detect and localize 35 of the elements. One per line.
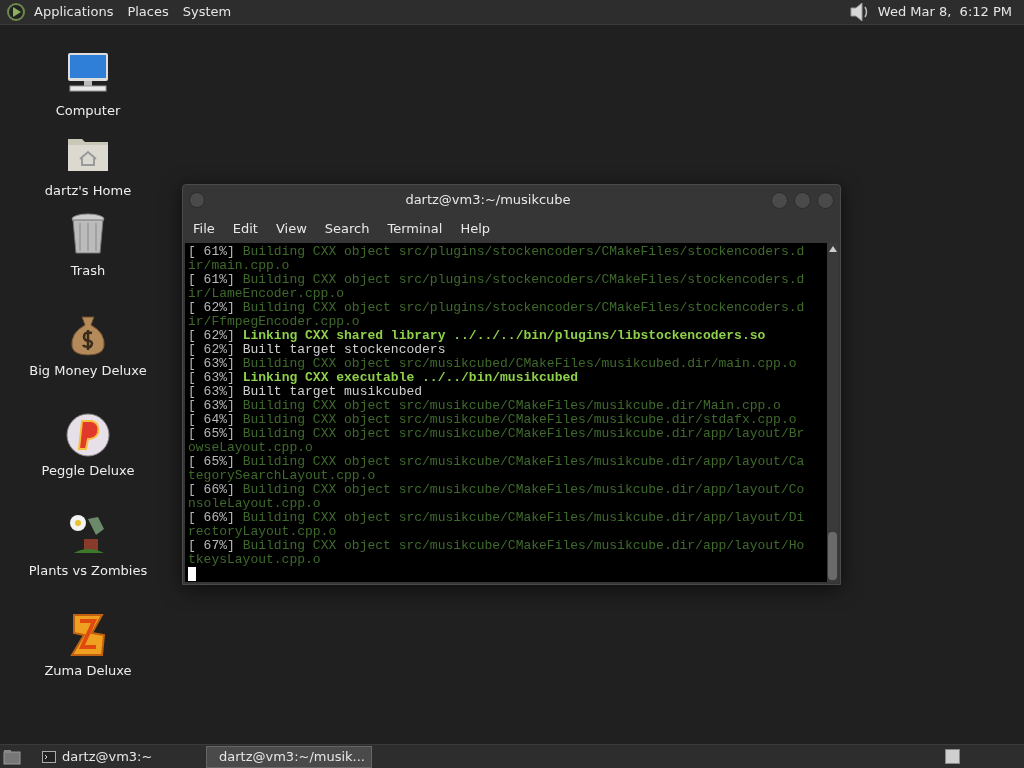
terminal-line: [ 67%] Building CXX object src/musikcube/CMakeFiles/musikcube.dir/app/layout/HotkeysLayout.cpp.o	[188, 539, 806, 567]
panel-menu[interactable]: Applications	[34, 2, 114, 22]
desktop-icon-label[interactable]: Peggle Deluxe	[41, 461, 135, 481]
panel-menu[interactable]: System	[182, 2, 232, 22]
clock[interactable]: Wed Mar 8, 6:12 PM	[877, 2, 1012, 22]
menu-item[interactable]: Edit	[225, 219, 265, 239]
taskbar-button[interactable]: dartz@vm3:~	[36, 745, 202, 768]
desktop-icon-label[interactable]: Big Money Deluxe	[29, 361, 147, 381]
terminal-line: [ 63%] Building CXX object src/musikcubed/CMakeFiles/musikcubed.dir/main.cpp.o	[188, 357, 798, 371]
terminal-line: [ 66%] Building CXX object src/musikcube/CMakeFiles/musikcube.dir/app/layout/DirectoryLayout.cpp.o	[188, 511, 806, 539]
desktop-icon-label[interactable]: Trash	[70, 261, 106, 281]
window-title: dartz@vm3:~/musikcube	[404, 191, 572, 210]
menu-item[interactable]: Terminal	[380, 219, 450, 239]
terminal-line: [ 64%] Building CXX object src/musikcube/CMakeFiles/musikcube.dir/stdafx.cpp.o	[188, 413, 798, 427]
panel-menu[interactable]: Places	[127, 2, 169, 22]
desktop-icon-label[interactable]: Computer	[55, 101, 121, 121]
menu-item[interactable]: Search	[317, 219, 377, 239]
terminal-line: [ 62%] Linking CXX shared library ../../../bin/plugins/libstockencoders.so	[188, 329, 767, 343]
terminal-line: [ 62%] Built target stockencoders	[188, 343, 447, 357]
desktop-icon-label[interactable]: dartz's Home	[44, 181, 132, 201]
terminal-line: [ 61%] Building CXX object src/plugins/stockencoders/CMakeFiles/stockencoders.dir/main.cpp.o	[188, 245, 806, 273]
terminal-line: [ 66%] Building CXX object src/musikcube/CMakeFiles/musikcube.dir/app/layout/ConsoleLayout.cpp.o	[188, 483, 806, 511]
menu-item[interactable]: File	[186, 219, 222, 239]
terminal-line: [ 65%] Building CXX object src/musikcube/CMakeFiles/musikcube.dir/app/layout/BrowseLayout.cpp.o	[188, 427, 806, 455]
menu-item[interactable]: View	[268, 219, 314, 239]
desktop-icon-label[interactable]: Zuma Deluxe	[44, 661, 132, 681]
terminal-line: [ 63%] Built target musikcubed	[188, 385, 424, 399]
terminal-line: [ 61%] Building CXX object src/plugins/stockencoders/CMakeFiles/stockencoders.dir/LameEncoder.cpp.o	[188, 273, 806, 301]
taskbar-button[interactable]: dartz@vm3:~/musik...	[206, 745, 372, 768]
terminal-line: [ 63%] Building CXX object src/musikcube/CMakeFiles/musikcube.dir/Main.cpp.o	[188, 399, 782, 413]
menu-item[interactable]: Help	[453, 219, 498, 239]
terminal-line: [ 62%] Building CXX object src/plugins/stockencoders/CMakeFiles/stockencoders.dir/FfmpegEncoder.cpp.o	[188, 301, 806, 329]
terminal-line: [ 63%] Linking CXX executable ../../bin/musikcubed	[188, 371, 580, 385]
terminal-line: [ 65%] Building CXX object src/musikcube/CMakeFiles/musikcube.dir/app/layout/CategorySearchLayout.cpp.o	[188, 455, 806, 483]
desktop-icon-label[interactable]: Plants vs Zombies	[28, 561, 148, 581]
